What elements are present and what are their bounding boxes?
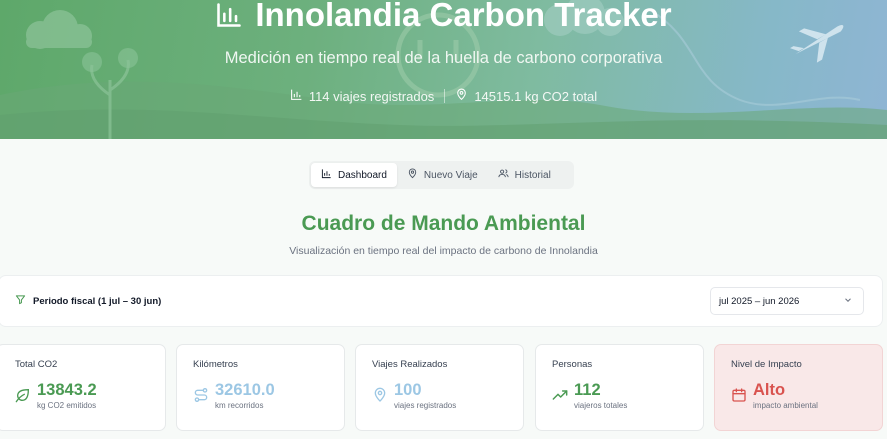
card-label: Total CO2 (15, 359, 58, 370)
card-value: 13843.2 (37, 381, 97, 399)
users-icon (498, 168, 509, 182)
fiscal-period-filter: Periodo fiscal (1 jul – 30 jun) jul 2025… (0, 275, 883, 327)
filter-icon (15, 294, 26, 308)
bar-chart-icon (215, 1, 243, 29)
card-unit: kg CO2 emitidos (37, 401, 97, 410)
card-personas: Personas 112 viajeros totales (535, 344, 704, 431)
card-unit: impacto ambiental (753, 401, 818, 410)
filter-label: Periodo fiscal (1 jul – 30 jun) (15, 294, 161, 308)
trending-up-icon (552, 387, 568, 408)
card-total-co2: Total CO2 13843.2 kg CO2 emitidos (0, 344, 166, 431)
tab-dashboard[interactable]: Dashboard (311, 163, 397, 187)
card-viajes: Viajes Realizados 100 viajes registrados (355, 344, 524, 431)
card-label: Nivel de Impacto (731, 359, 802, 370)
bar-chart-icon (290, 88, 303, 104)
card-unit: km recorridos (215, 401, 264, 410)
card-unit: viajeros totales (574, 401, 628, 410)
stat-co2: 14515.1 kg CO2 total (445, 88, 607, 104)
card-label: Personas (552, 359, 593, 370)
tab-historial-label: Historial (514, 169, 551, 181)
stat-trips-text: 114 viajes registrados (308, 88, 435, 104)
card-value: 112 (574, 381, 601, 399)
fiscal-period-select[interactable]: jul 2025 – jun 2026 (710, 287, 864, 315)
map-pin-icon (372, 387, 388, 408)
main-tabs: Dashboard Nuevo Viaje Historial (309, 161, 574, 189)
card-unit: viajes registrados (394, 401, 457, 410)
bar-chart-icon (321, 168, 332, 182)
card-value: 32610.0 (215, 381, 275, 399)
stat-trips: 114 viajes registrados (280, 88, 445, 104)
card-value: Alto (753, 381, 786, 399)
card-kilometros: Kilómetros 32610.0 km recorridos (176, 344, 345, 431)
card-label: Viajes Realizados (372, 359, 448, 370)
hero-banner: Innolandia Carbon Tracker Medición en ti… (0, 0, 887, 139)
app-subtitle: Medición en tiempo real de la huella de … (224, 49, 663, 67)
card-label: Kilómetros (193, 359, 238, 370)
tab-dashboard-label: Dashboard (338, 169, 387, 181)
filter-label-text: Periodo fiscal (1 jul – 30 jun) (33, 295, 162, 307)
route-icon (193, 387, 209, 408)
dashboard-title: Cuadro de Mando Ambiental (301, 212, 586, 235)
tab-nuevo-viaje-label: Nuevo Viaje (423, 169, 478, 181)
card-value: 100 (394, 381, 422, 399)
app-title: Innolandia Carbon Tracker (0, 0, 887, 34)
app-title-text: Innolandia Carbon Tracker (255, 0, 672, 33)
dashboard-subtitle: Visualización en tiempo real del impacto… (289, 245, 598, 257)
fiscal-period-value: jul 2025 – jun 2026 (719, 295, 800, 307)
calendar-icon (731, 387, 747, 408)
tab-nuevo-viaje[interactable]: Nuevo Viaje (397, 163, 488, 187)
stat-co2-text: 14515.1 kg CO2 total (474, 88, 598, 104)
map-pin-icon (407, 168, 418, 182)
chevron-down-icon (843, 295, 853, 308)
tab-historial[interactable]: Historial (488, 163, 561, 187)
map-pin-icon (455, 88, 468, 104)
leaf-icon (15, 387, 31, 408)
card-nivel-impacto: Nivel de Impacto Alto impacto ambiental (714, 344, 883, 431)
hero-stats: 114 viajes registrados 14515.1 kg CO2 to… (0, 88, 887, 104)
